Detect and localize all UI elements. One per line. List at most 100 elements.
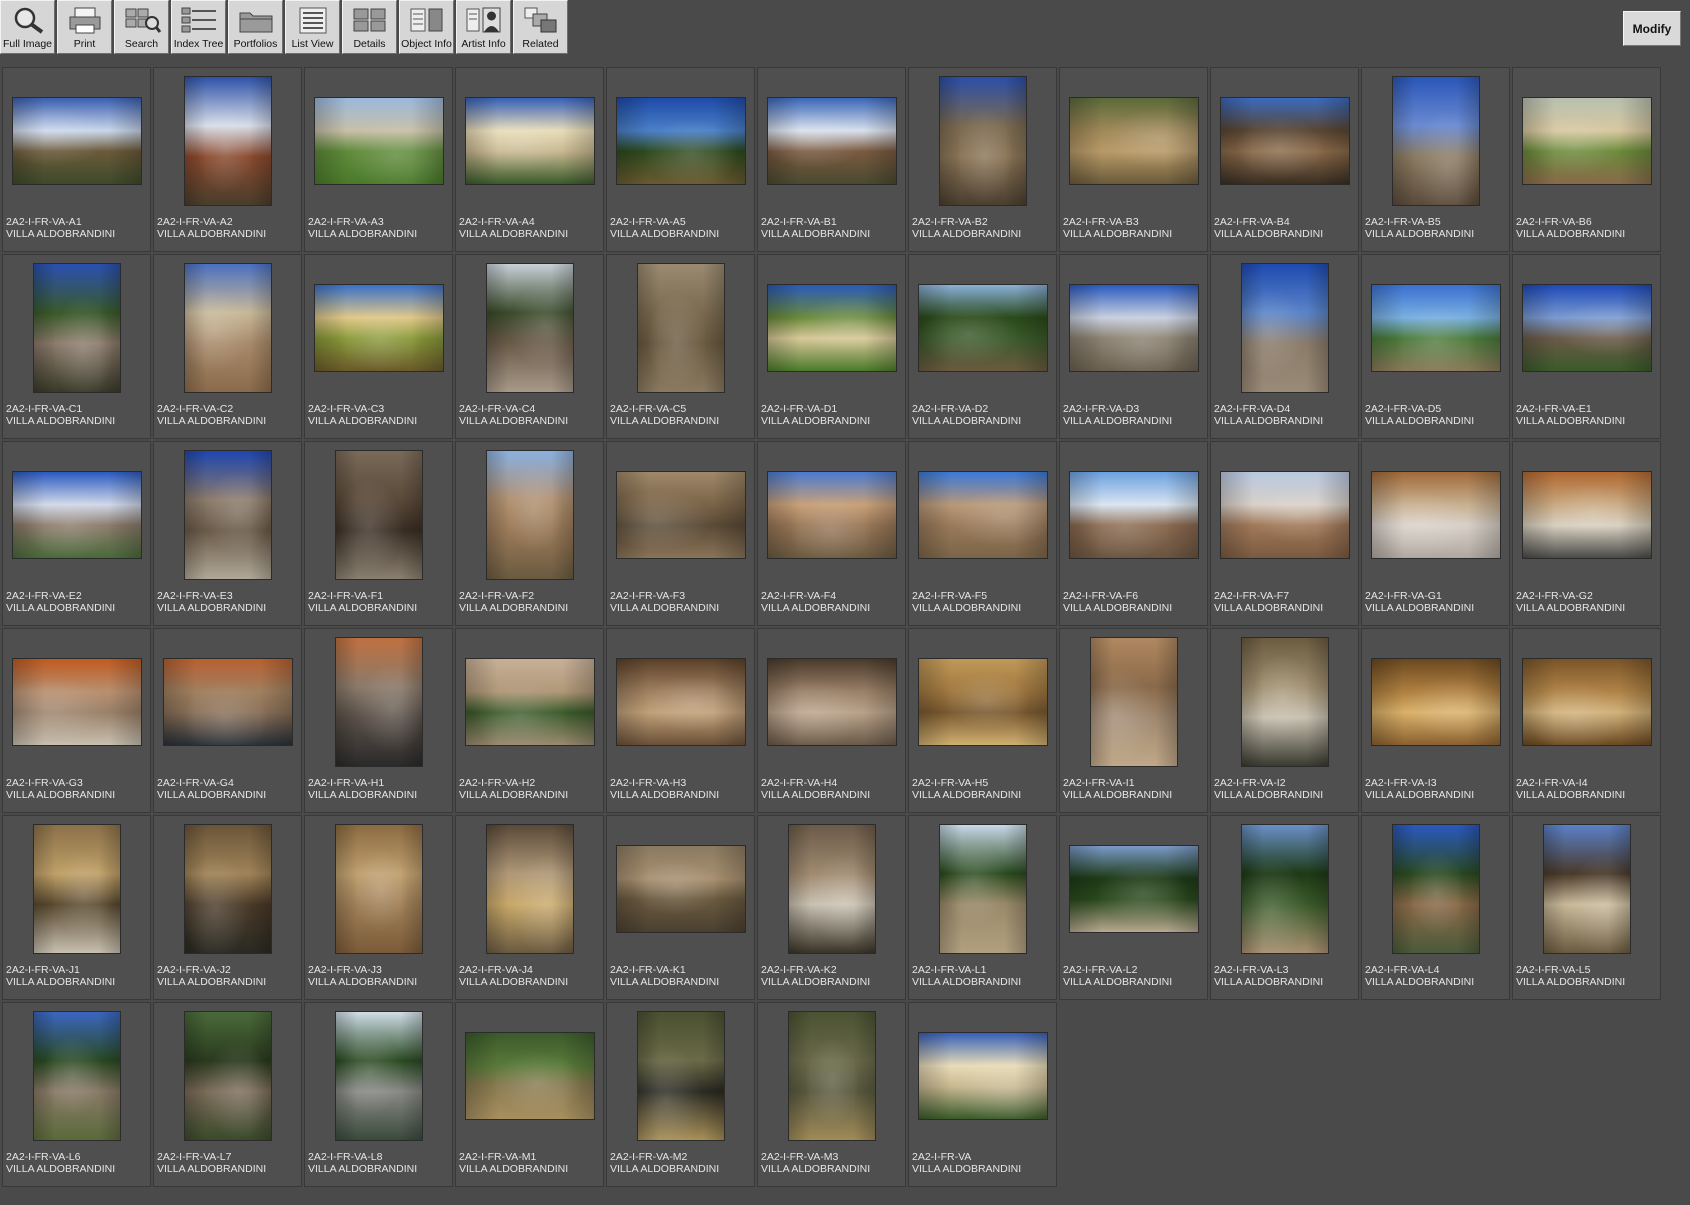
- thumbnail-image[interactable]: [1219, 96, 1350, 185]
- thumbnail-item[interactable]: 2A2-I-FR-VA-M1 VILLA ALDOBRANDINI: [455, 1002, 604, 1187]
- thumbnail-item[interactable]: 2A2-I-FR-VA-B2 VILLA ALDOBRANDINI: [908, 67, 1057, 252]
- thumbnail-item[interactable]: 2A2-I-FR-VA-E3 VILLA ALDOBRANDINI: [153, 441, 302, 626]
- thumbnail-image[interactable]: [1240, 262, 1329, 393]
- thumbnail-item[interactable]: 2A2-I-FR-VA-D1 VILLA ALDOBRANDINI: [757, 254, 906, 439]
- thumbnail-image[interactable]: [938, 75, 1027, 206]
- thumbnail-image[interactable]: [32, 262, 121, 393]
- thumbnail-image[interactable]: [11, 470, 142, 559]
- thumbnail-image[interactable]: [615, 470, 746, 559]
- thumbnail-image[interactable]: [1240, 823, 1329, 954]
- thumbnail-image[interactable]: [1391, 823, 1480, 954]
- thumbnail-image[interactable]: [938, 823, 1027, 954]
- thumbnail-image[interactable]: [334, 823, 423, 954]
- thumbnail-image[interactable]: [334, 1010, 423, 1141]
- thumbnail-image[interactable]: [1068, 470, 1199, 559]
- thumbnail-image[interactable]: [183, 1010, 272, 1141]
- thumbnail-image[interactable]: [485, 262, 574, 393]
- thumbnail-image[interactable]: [1068, 96, 1199, 185]
- thumbnail-item[interactable]: 2A2-I-FR-VA-L7 VILLA ALDOBRANDINI: [153, 1002, 302, 1187]
- thumbnail-image[interactable]: [464, 1031, 595, 1120]
- thumbnail-item[interactable]: 2A2-I-FR-VA-M2 VILLA ALDOBRANDINI: [606, 1002, 755, 1187]
- thumbnail-item[interactable]: 2A2-I-FR-VA-F5 VILLA ALDOBRANDINI: [908, 441, 1057, 626]
- thumbnail-image[interactable]: [464, 657, 595, 746]
- thumbnail-image[interactable]: [334, 449, 423, 580]
- thumbnail-image[interactable]: [766, 283, 897, 372]
- thumbnail-image[interactable]: [183, 75, 272, 206]
- thumbnail-image[interactable]: [917, 1031, 1048, 1120]
- thumbnail-image[interactable]: [766, 657, 897, 746]
- thumbnail-item[interactable]: 2A2-I-FR-VA-H1 VILLA ALDOBRANDINI: [304, 628, 453, 813]
- thumbnail-image[interactable]: [1542, 823, 1631, 954]
- thumbnail-item[interactable]: 2A2-I-FR-VA-J3 VILLA ALDOBRANDINI: [304, 815, 453, 1000]
- thumbnail-image[interactable]: [917, 657, 1048, 746]
- thumbnail-image[interactable]: [11, 96, 142, 185]
- thumbnail-item[interactable]: 2A2-I-FR-VA-J4 VILLA ALDOBRANDINI: [455, 815, 604, 1000]
- thumbnail-image[interactable]: [485, 823, 574, 954]
- thumbnail-image[interactable]: [313, 283, 444, 372]
- thumbnail-item[interactable]: 2A2-I-FR-VA-A5 VILLA ALDOBRANDINI: [606, 67, 755, 252]
- thumbnail-item[interactable]: 2A2-I-FR-VA-D5 VILLA ALDOBRANDINI: [1361, 254, 1510, 439]
- thumbnail-image[interactable]: [464, 96, 595, 185]
- thumbnail-item[interactable]: 2A2-I-FR-VA-H3 VILLA ALDOBRANDINI: [606, 628, 755, 813]
- thumbnail-item[interactable]: 2A2-I-FR-VA-D2 VILLA ALDOBRANDINI: [908, 254, 1057, 439]
- thumbnail-image[interactable]: [636, 1010, 725, 1141]
- thumbnail-image[interactable]: [313, 96, 444, 185]
- thumbnail-image[interactable]: [1370, 657, 1501, 746]
- thumbnail-image[interactable]: [636, 262, 725, 393]
- thumbnail-image[interactable]: [787, 823, 876, 954]
- thumbnail-item[interactable]: 2A2-I-FR-VA-G2 VILLA ALDOBRANDINI: [1512, 441, 1661, 626]
- thumbnail-item[interactable]: 2A2-I-FR-VA-F2 VILLA ALDOBRANDINI: [455, 441, 604, 626]
- print-button[interactable]: Print: [57, 0, 112, 54]
- full-image-button[interactable]: Full Image: [0, 0, 55, 54]
- thumbnail-item[interactable]: 2A2-I-FR-VA-B1 VILLA ALDOBRANDINI: [757, 67, 906, 252]
- thumbnail-item[interactable]: 2A2-I-FR-VA-K2 VILLA ALDOBRANDINI: [757, 815, 906, 1000]
- search-button[interactable]: Search: [114, 0, 169, 54]
- thumbnail-item[interactable]: 2A2-I-FR-VA-I3 VILLA ALDOBRANDINI: [1361, 628, 1510, 813]
- list-view-button[interactable]: List View: [285, 0, 340, 54]
- related-button[interactable]: Related: [513, 0, 568, 54]
- thumbnail-image[interactable]: [1068, 844, 1199, 933]
- thumbnail-item[interactable]: 2A2-I-FR-VA-L6 VILLA ALDOBRANDINI: [2, 1002, 151, 1187]
- thumbnail-image[interactable]: [766, 96, 897, 185]
- thumbnail-item[interactable]: 2A2-I-FR-VA-B3 VILLA ALDOBRANDINI: [1059, 67, 1208, 252]
- thumbnail-item[interactable]: 2A2-I-FR-VA-A3 VILLA ALDOBRANDINI: [304, 67, 453, 252]
- thumbnail-item[interactable]: 2A2-I-FR-VA-E2 VILLA ALDOBRANDINI: [2, 441, 151, 626]
- thumbnail-item[interactable]: 2A2-I-FR-VA-C3 VILLA ALDOBRANDINI: [304, 254, 453, 439]
- thumbnail-item[interactable]: 2A2-I-FR-VA-L3 VILLA ALDOBRANDINI: [1210, 815, 1359, 1000]
- thumbnail-item[interactable]: 2A2-I-FR-VA-C2 VILLA ALDOBRANDINI: [153, 254, 302, 439]
- thumbnail-image[interactable]: [485, 449, 574, 580]
- thumbnail-item[interactable]: 2A2-I-FR-VA-B5 VILLA ALDOBRANDINI: [1361, 67, 1510, 252]
- details-button[interactable]: Details: [342, 0, 397, 54]
- thumbnail-image[interactable]: [183, 449, 272, 580]
- thumbnail-image[interactable]: [32, 1010, 121, 1141]
- thumbnail-item[interactable]: 2A2-I-FR-VA-I4 VILLA ALDOBRANDINI: [1512, 628, 1661, 813]
- thumbnail-image[interactable]: [1521, 657, 1652, 746]
- thumbnail-item[interactable]: 2A2-I-FR-VA-L4 VILLA ALDOBRANDINI: [1361, 815, 1510, 1000]
- thumbnail-item[interactable]: 2A2-I-FR-VA-F7 VILLA ALDOBRANDINI: [1210, 441, 1359, 626]
- thumbnail-item[interactable]: 2A2-I-FR-VA-L2 VILLA ALDOBRANDINI: [1059, 815, 1208, 1000]
- thumbnail-image[interactable]: [917, 283, 1048, 372]
- object-info-button[interactable]: Object Info: [399, 0, 454, 54]
- thumbnail-item[interactable]: 2A2-I-FR-VA-K1 VILLA ALDOBRANDINI: [606, 815, 755, 1000]
- thumbnail-item[interactable]: 2A2-I-FR-VA-H4 VILLA ALDOBRANDINI: [757, 628, 906, 813]
- thumbnail-item[interactable]: 2A2-I-FR-VA-I1 VILLA ALDOBRANDINI: [1059, 628, 1208, 813]
- modify-button[interactable]: Modify: [1623, 11, 1681, 46]
- thumbnail-image[interactable]: [1089, 636, 1178, 767]
- thumbnail-item[interactable]: 2A2-I-FR-VA-J1 VILLA ALDOBRANDINI: [2, 815, 151, 1000]
- portfolios-button[interactable]: Portfolios: [228, 0, 283, 54]
- thumbnail-image[interactable]: [1219, 470, 1350, 559]
- thumbnail-item[interactable]: 2A2-I-FR-VA-G3 VILLA ALDOBRANDINI: [2, 628, 151, 813]
- thumbnail-item[interactable]: 2A2-I-FR-VA-F4 VILLA ALDOBRANDINI: [757, 441, 906, 626]
- thumbnail-item[interactable]: 2A2-I-FR-VA-A1 VILLA ALDOBRANDINI: [2, 67, 151, 252]
- thumbnail-item[interactable]: 2A2-I-FR-VA-F6 VILLA ALDOBRANDINI: [1059, 441, 1208, 626]
- thumbnail-item[interactable]: 2A2-I-FR-VA-C5 VILLA ALDOBRANDINI: [606, 254, 755, 439]
- thumbnail-image[interactable]: [334, 636, 423, 767]
- thumbnail-item[interactable]: 2A2-I-FR-VA-L8 VILLA ALDOBRANDINI: [304, 1002, 453, 1187]
- thumbnail-image[interactable]: [1521, 470, 1652, 559]
- thumbnail-image[interactable]: [787, 1010, 876, 1141]
- thumbnail-image[interactable]: [1370, 283, 1501, 372]
- thumbnail-item[interactable]: 2A2-I-FR-VA-B6 VILLA ALDOBRANDINI: [1512, 67, 1661, 252]
- artist-info-button[interactable]: Artist Info: [456, 0, 511, 54]
- thumbnail-item[interactable]: 2A2-I-FR-VA-B4 VILLA ALDOBRANDINI: [1210, 67, 1359, 252]
- thumbnail-item[interactable]: 2A2-I-FR-VA-M3 VILLA ALDOBRANDINI: [757, 1002, 906, 1187]
